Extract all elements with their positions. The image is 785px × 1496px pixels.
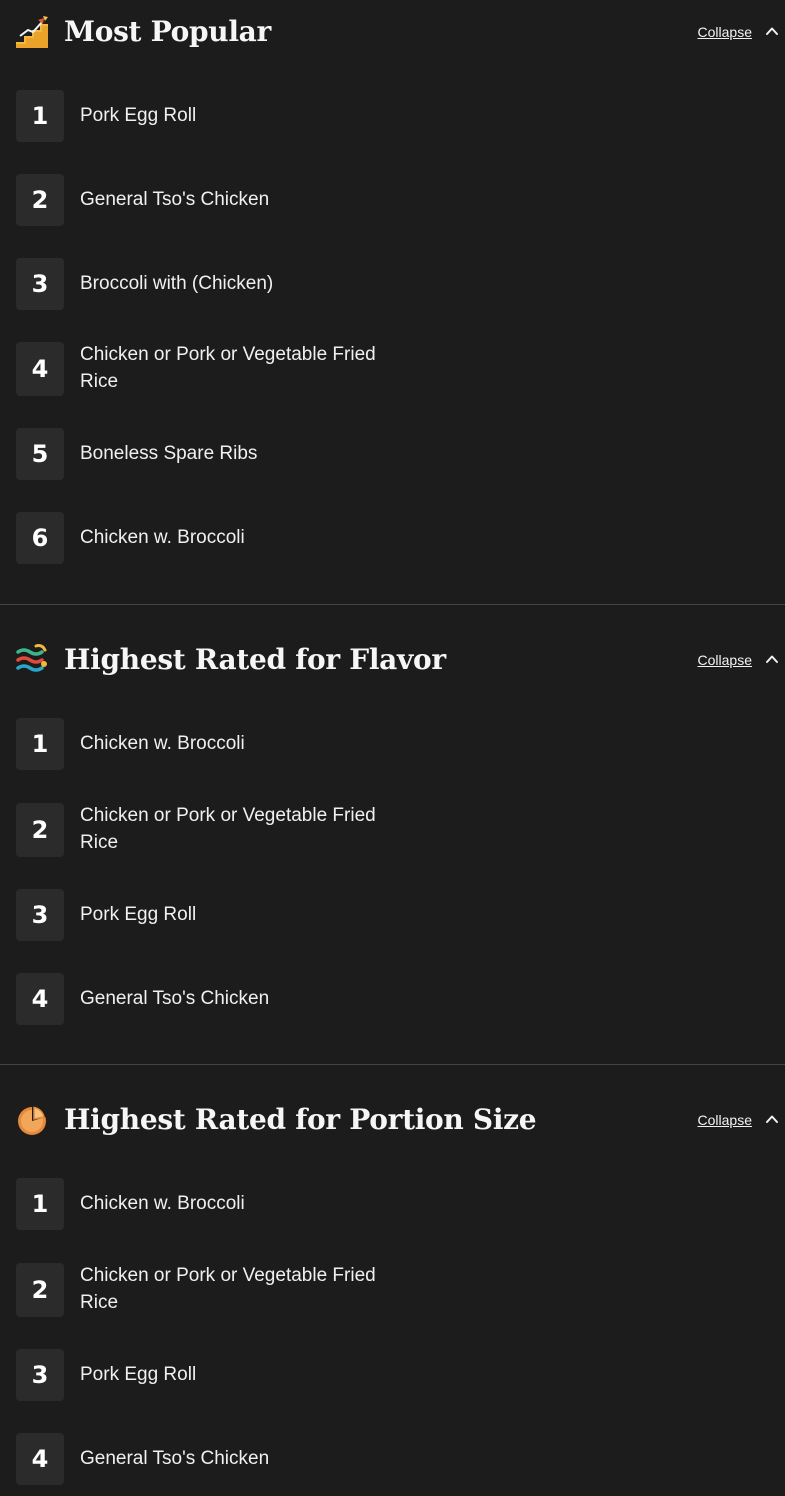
section-flavor: Highest Rated for Flavor Collapse 1 Chic… [0, 604, 785, 1064]
rank-badge: 4 [16, 342, 64, 396]
item-name: Chicken or Pork or Vegetable Fried Rice [80, 344, 376, 392]
section-most-popular: Most Popular Collapse 1 Pork Egg Roll 2 … [0, 0, 785, 604]
item-name: General Tso's Chicken [80, 988, 270, 1009]
flavor-waves-icon [16, 642, 48, 678]
item-name: Pork Egg Roll [80, 904, 197, 925]
list-item[interactable]: 2 General Tso's Chicken [0, 174, 785, 228]
collapse-button[interactable]: Collapse [698, 22, 752, 42]
section-title: Most Popular [64, 15, 271, 48]
list-item[interactable]: 1 Chicken w. Broccoli [0, 1178, 785, 1232]
rank-badge: 2 [16, 1263, 64, 1317]
stairs-trending-icon [16, 14, 48, 50]
list-item[interactable]: 5 Boneless Spare Ribs [0, 428, 785, 482]
rank-badge: 1 [16, 1178, 64, 1230]
chevron-up-icon[interactable] [765, 652, 779, 666]
rank-badge: 4 [16, 1433, 64, 1485]
list-item[interactable]: 2 Chicken or Pork or Vegetable Fried Ric… [0, 1262, 785, 1317]
rank-badge: 2 [16, 803, 64, 857]
section-header: Highest Rated for Flavor Collapse [0, 628, 785, 692]
item-name: Chicken w. Broccoli [80, 527, 245, 548]
section-header: Most Popular Collapse [0, 0, 785, 64]
rank-badge: 6 [16, 512, 64, 564]
item-name: Chicken w. Broccoli [80, 1193, 245, 1214]
list-item[interactable]: 2 Chicken or Pork or Vegetable Fried Ric… [0, 802, 785, 857]
item-name: Pork Egg Roll [80, 1364, 197, 1385]
list-item[interactable]: 1 Chicken w. Broccoli [0, 718, 785, 772]
item-name: Chicken or Pork or Vegetable Fried Rice [80, 1265, 376, 1313]
section-header: Highest Rated for Portion Size Collapse [0, 1088, 785, 1152]
list-item[interactable]: 6 Chicken w. Broccoli [0, 512, 785, 566]
section-portion-size: Highest Rated for Portion Size Collapse … [0, 1064, 785, 1496]
chevron-up-icon[interactable] [765, 1112, 779, 1126]
item-name: General Tso's Chicken [80, 1448, 270, 1469]
item-name: General Tso's Chicken [80, 189, 270, 210]
rank-badge: 1 [16, 90, 64, 142]
rank-badge: 3 [16, 1349, 64, 1401]
list-item[interactable]: 1 Pork Egg Roll [0, 90, 785, 144]
item-name: Chicken or Pork or Vegetable Fried Rice [80, 805, 376, 853]
list-item[interactable]: 3 Broccoli with (Chicken) [0, 258, 785, 312]
item-name: Chicken w. Broccoli [80, 733, 245, 754]
rank-badge: 4 [16, 973, 64, 1025]
section-title: Highest Rated for Portion Size [64, 1103, 537, 1136]
rank-badge: 3 [16, 258, 64, 310]
list-item[interactable]: 3 Pork Egg Roll [0, 889, 785, 943]
chevron-up-icon[interactable] [765, 24, 779, 38]
list-item[interactable]: 3 Pork Egg Roll [0, 1349, 785, 1403]
item-name: Boneless Spare Ribs [80, 443, 258, 464]
rank-badge: 1 [16, 718, 64, 770]
item-name: Pork Egg Roll [80, 105, 197, 126]
item-name: Broccoli with (Chicken) [80, 273, 274, 294]
rank-badge: 2 [16, 174, 64, 226]
list-item[interactable]: 4 General Tso's Chicken [0, 1433, 785, 1487]
pie-portion-icon [16, 1102, 48, 1138]
collapse-button[interactable]: Collapse [698, 650, 752, 670]
collapse-button[interactable]: Collapse [698, 1110, 752, 1130]
section-title: Highest Rated for Flavor [64, 643, 446, 676]
list-item[interactable]: 4 Chicken or Pork or Vegetable Fried Ric… [0, 341, 785, 396]
rank-badge: 5 [16, 428, 64, 480]
list-item[interactable]: 4 General Tso's Chicken [0, 973, 785, 1027]
rank-badge: 3 [16, 889, 64, 941]
